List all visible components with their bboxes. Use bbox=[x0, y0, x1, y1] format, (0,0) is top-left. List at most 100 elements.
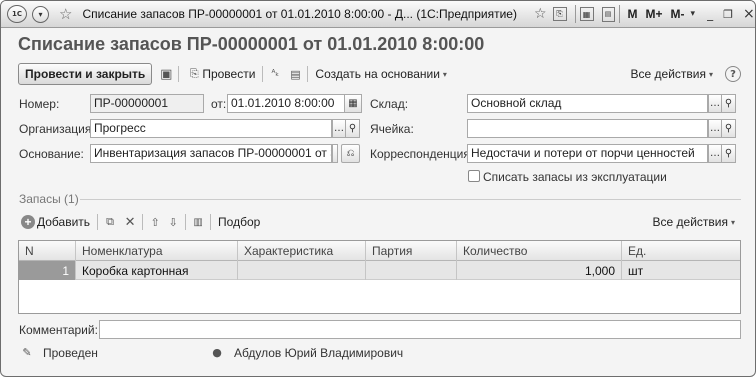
toolbar-separator-4 bbox=[210, 214, 212, 230]
create-based-on-label: Создать на основании bbox=[315, 67, 440, 81]
basis-fill-button[interactable]: ⎌ bbox=[341, 144, 360, 163]
all-actions-button[interactable]: Все действия ▾ bbox=[628, 64, 719, 84]
move-down-icon[interactable]: ⇩ bbox=[165, 214, 181, 230]
warehouse-open-button[interactable]: ⚲ bbox=[722, 94, 736, 113]
document-window: 1С ▾ ☆ Списание запасов ПР-00000001 от 0… bbox=[0, 0, 756, 377]
window-title: Списание запасов ПР-00000001 от 01.01.20… bbox=[82, 7, 517, 21]
correspondence-field[interactable]: Недостачи и потери от порчи ценностей bbox=[467, 144, 708, 163]
organization-select-button[interactable]: … bbox=[332, 119, 346, 138]
quantity-cell[interactable]: 1,000 bbox=[457, 261, 622, 280]
table-row[interactable]: 1 Коробка картонная 1,000 шт bbox=[19, 261, 740, 280]
post-button-label: Провести bbox=[202, 67, 256, 81]
calendar-picker-button[interactable]: ▦ bbox=[345, 94, 362, 113]
move-up-icon[interactable]: ⇧ bbox=[147, 214, 163, 230]
warehouse-select-button[interactable]: … bbox=[708, 94, 722, 113]
column-header-batch[interactable]: Партия bbox=[366, 241, 457, 261]
organization-open-button[interactable]: ⚲ bbox=[346, 119, 360, 138]
basis-field[interactable]: Инвентаризация запасов ПР-00000001 от 3 bbox=[90, 144, 332, 163]
search-icon: ⚲ bbox=[724, 123, 733, 134]
column-header-item[interactable]: Номенклатура bbox=[76, 241, 238, 261]
writeoff-label: Списать запасы из эксплуатации bbox=[483, 170, 667, 184]
copy-row-icon[interactable]: ⧉ bbox=[102, 214, 118, 230]
restore-icon[interactable]: ❐ bbox=[723, 5, 733, 24]
pick-button[interactable]: Подбор bbox=[215, 212, 263, 232]
title-dropdown-icon[interactable]: ▾ bbox=[691, 5, 696, 24]
document-heading: Списание запасов ПР-00000001 от 01.01.20… bbox=[18, 34, 485, 54]
stock-toolbar: + Добавить ⧉ ✕ ⇧ ⇩ ▥ Подбор Все действия… bbox=[18, 211, 741, 233]
chevron-down-icon: ▾ bbox=[730, 217, 735, 227]
stock-section-header: Запасы (1) bbox=[18, 192, 741, 206]
app-logo-icon[interactable]: 1С bbox=[7, 5, 27, 23]
favorite-star-icon[interactable]: ☆ bbox=[534, 5, 547, 24]
toolbar-separator-3 bbox=[185, 214, 187, 230]
accounting-entries-icon[interactable]: ᴬₖ bbox=[267, 66, 283, 82]
calendar-icon[interactable]: ▦ bbox=[579, 7, 594, 21]
correspondence-open-button[interactable]: ⚲ bbox=[722, 144, 736, 163]
user-icon: ● bbox=[212, 345, 222, 359]
correspondence-label: Корреспонденция: bbox=[370, 147, 474, 161]
save-icon[interactable]: ▣ bbox=[158, 66, 174, 82]
column-header-characteristic[interactable]: Характеристика bbox=[238, 241, 366, 261]
barcode-icon[interactable]: ▥ bbox=[190, 214, 206, 230]
toolbar-separator bbox=[97, 214, 99, 230]
basis-label: Основание: bbox=[19, 147, 84, 161]
item-cell[interactable]: Коробка картонная bbox=[76, 261, 238, 280]
cell-select-button[interactable]: … bbox=[708, 119, 722, 138]
comment-field[interactable] bbox=[99, 320, 741, 339]
title-separator-2 bbox=[618, 5, 620, 23]
row-number-cell[interactable]: 1 bbox=[19, 261, 76, 280]
author-name: Абдулов Юрий Владимирович bbox=[234, 346, 404, 360]
search-icon: ⚲ bbox=[348, 123, 357, 134]
add-row-label: Добавить bbox=[37, 215, 91, 229]
link-icon[interactable]: ⎘ bbox=[552, 7, 567, 21]
organization-label: Организация: bbox=[19, 122, 95, 136]
star-icon[interactable]: ☆ bbox=[59, 5, 72, 24]
organization-field[interactable]: Прогресс bbox=[90, 119, 332, 138]
cell-field[interactable] bbox=[467, 119, 708, 138]
help-icon[interactable]: ? bbox=[725, 66, 741, 82]
calculator-icon[interactable]: ▤ bbox=[601, 6, 615, 22]
characteristic-cell[interactable] bbox=[238, 261, 366, 280]
post-button[interactable]: ⎘ Провести bbox=[183, 64, 258, 84]
all-actions-label: Все действия bbox=[630, 67, 706, 81]
add-row-button[interactable]: + Добавить bbox=[18, 212, 93, 232]
report-icon[interactable]: ▤ bbox=[287, 66, 303, 82]
stock-section-title: Запасы (1) bbox=[19, 192, 79, 206]
number-field[interactable]: ПР-00000001 bbox=[90, 94, 204, 113]
toolbar-separator bbox=[178, 66, 180, 82]
stock-all-actions-button[interactable]: Все действия ▾ bbox=[650, 212, 741, 232]
cell-label: Ячейка: bbox=[370, 122, 414, 136]
column-header-n[interactable]: N bbox=[19, 241, 76, 261]
title-bar: 1С ▾ ☆ Списание запасов ПР-00000001 от 0… bbox=[1, 1, 755, 28]
search-icon: ⚲ bbox=[724, 98, 733, 109]
post-and-close-button[interactable]: Провести и закрыть bbox=[18, 63, 153, 85]
cell-open-button[interactable]: ⚲ bbox=[722, 119, 736, 138]
stock-table: N Номенклатура Характеристика Партия Кол… bbox=[18, 240, 741, 314]
unit-cell[interactable]: шт bbox=[622, 261, 740, 280]
minimize-icon[interactable]: _ bbox=[707, 5, 713, 24]
correspondence-select-button[interactable]: … bbox=[708, 144, 722, 163]
column-header-quantity[interactable]: Количество bbox=[457, 241, 622, 261]
add-icon: + bbox=[21, 215, 35, 229]
delete-row-icon[interactable]: ✕ bbox=[122, 214, 138, 230]
warehouse-field[interactable]: Основной склад bbox=[467, 94, 708, 113]
memory-store-button[interactable]: M bbox=[628, 7, 638, 21]
memory-subtract-button[interactable]: M- bbox=[671, 7, 685, 21]
fill-arrow-icon: ⎌ bbox=[346, 148, 355, 159]
posted-status-icon: ✎ bbox=[22, 345, 32, 359]
batch-cell[interactable] bbox=[366, 261, 457, 280]
column-header-unit[interactable]: Ед. bbox=[622, 241, 740, 261]
search-icon: ⚲ bbox=[724, 148, 733, 159]
menu-dropdown-icon[interactable]: ▾ bbox=[32, 5, 49, 23]
date-field[interactable]: 01.01.2010 8:00:00 bbox=[227, 94, 345, 113]
writeoff-checkbox[interactable] bbox=[468, 170, 480, 182]
memory-add-button[interactable]: M+ bbox=[646, 7, 663, 21]
date-label: от: bbox=[211, 97, 227, 111]
create-based-on-button[interactable]: Создать на основании ▾ bbox=[312, 64, 453, 84]
basis-select-button[interactable] bbox=[332, 144, 338, 163]
number-label: Номер: bbox=[19, 97, 60, 111]
warehouse-label: Склад: bbox=[370, 97, 409, 111]
close-icon[interactable]: × bbox=[743, 5, 755, 24]
stock-all-actions-label: Все действия bbox=[652, 215, 728, 229]
command-bar: Провести и закрыть ▣ ⎘ Провести ᴬₖ ▤ Соз… bbox=[18, 63, 741, 85]
